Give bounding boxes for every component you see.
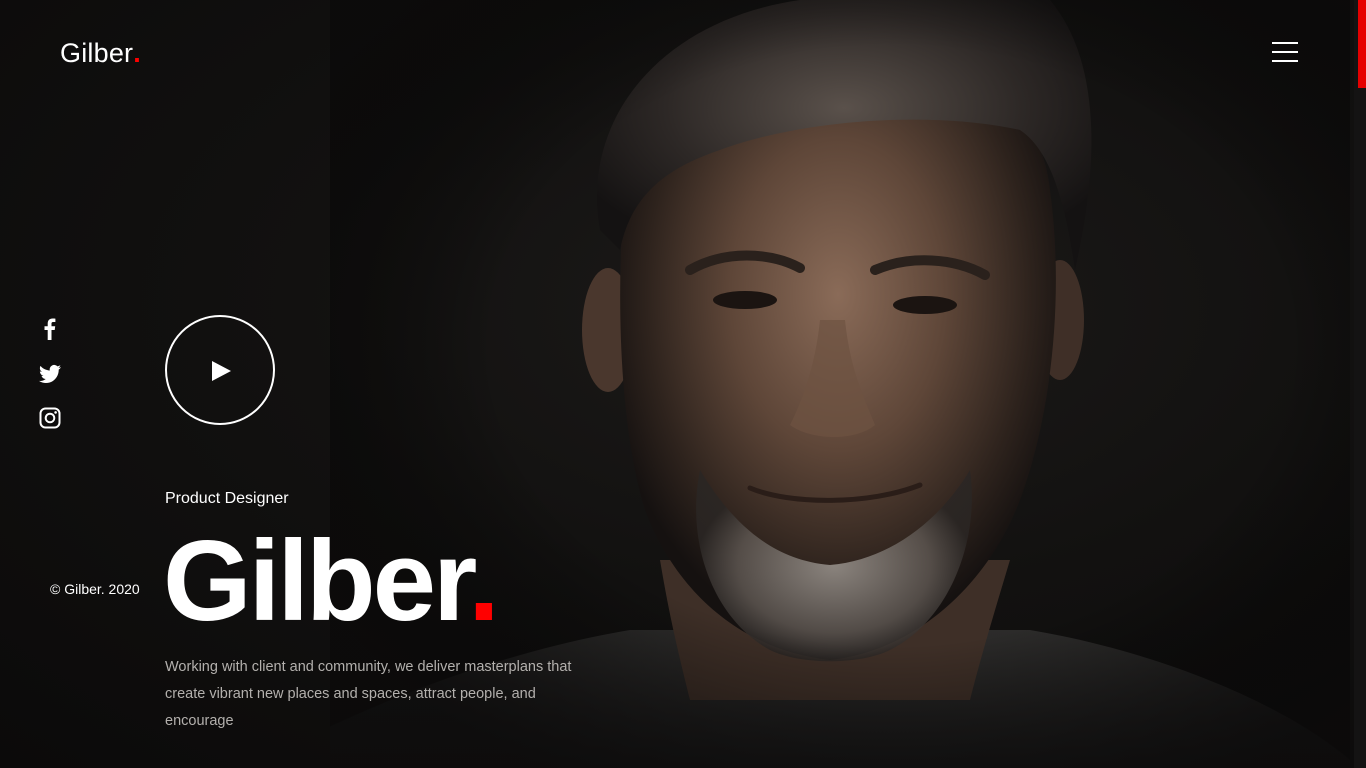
facebook-icon[interactable] [38,317,62,341]
hero-name: Gilber. [163,518,500,645]
hero-name-dot: . [468,518,500,645]
hamburger-menu-icon[interactable] [1272,42,1298,62]
hero-description: Working with client and community, we de… [165,659,572,729]
brand-logo-dot: . [133,38,141,68]
scrollbar-track[interactable] [1354,0,1366,768]
instagram-icon[interactable] [38,406,62,430]
play-icon [212,361,231,381]
brand-logo-text: Gilber [60,38,134,68]
play-video-button[interactable] [165,315,275,425]
twitter-icon[interactable] [38,362,62,386]
hero-name-text: Gilber [163,518,471,645]
copyright-text: © Gilber. 2020 [50,581,140,597]
portrait-photo [330,0,1350,768]
brand-logo[interactable]: Gilber. [60,37,141,69]
hero-page: Gilber. Product Designer Gilber. © Gilbe… [0,0,1366,768]
hero-role: Product Designer [165,490,289,507]
scrollbar-thumb[interactable] [1358,0,1366,88]
